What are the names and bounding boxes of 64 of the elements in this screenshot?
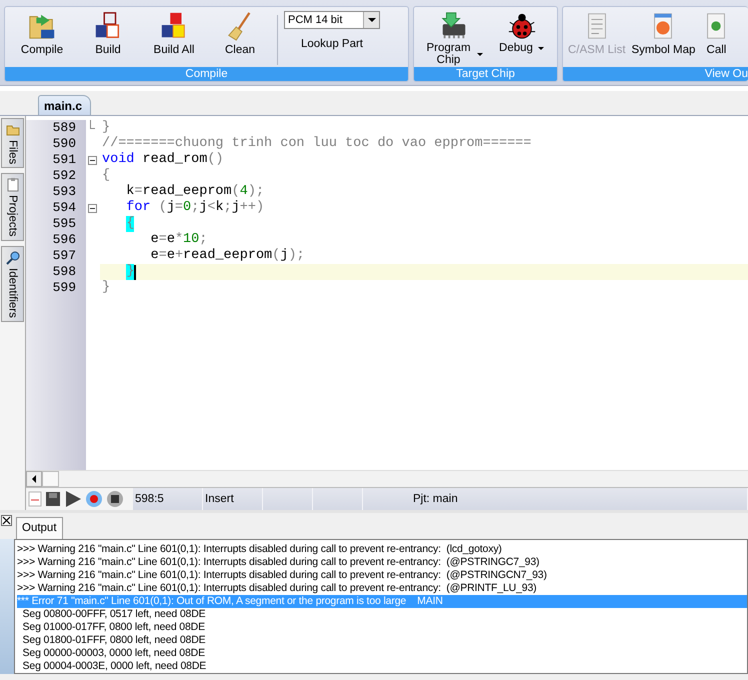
side-tab[interactable]: Identifiers	[1, 246, 24, 322]
part-dropdown[interactable]: PCM 14 bit	[284, 11, 380, 29]
code-editor[interactable]: 589 590 591 592 593 594 595 596 597 598 599 } //=======chuong trinh con luu toc do vao epprom====== void read_rom() { k=read_eeprom(4); for (j=0;j<k;j++) { e=e*10; e=e+read_eeprom(j); } }	[26, 116, 748, 470]
side-tab[interactable]: Projects	[1, 173, 24, 241]
document-icon[interactable]	[28, 491, 42, 507]
status-text: Insert	[203, 488, 263, 510]
output-line[interactable]: Seg 00000-00003, 0000 left, need 08DE	[17, 647, 747, 660]
ribbon-button[interactable]: Debug	[493, 9, 550, 56]
scroll-thumb[interactable]	[42, 471, 59, 487]
ribbon-button[interactable]: Call	[699, 9, 734, 58]
line-number: 595	[52, 216, 76, 232]
left-arrow-icon	[31, 475, 37, 483]
ribbon-button[interactable]: Clean	[210, 9, 270, 58]
status-text: 598:5	[133, 488, 203, 510]
record-icon[interactable]	[85, 490, 103, 508]
line-number: 596	[52, 232, 76, 248]
clipboard-icon	[4, 177, 20, 194]
code-line: {	[101, 168, 112, 184]
code-line: //=======chuong trinh con luu toc do vao epprom======	[101, 136, 532, 152]
code-line: e=e*10;	[150, 232, 208, 248]
side-tab[interactable]: Files	[1, 118, 24, 168]
code-line: }	[101, 120, 112, 136]
group-label: Compile	[5, 67, 408, 81]
line-number: 597	[52, 248, 76, 264]
code-line: }	[101, 280, 112, 296]
output-line[interactable]: Seg 00004-0003E, 0000 left, need 08DE	[17, 660, 747, 673]
line-number: 590	[52, 136, 76, 152]
group-label: View Ou	[563, 67, 748, 81]
save-icon[interactable]	[45, 491, 61, 507]
output-line[interactable]: >>> Warning 216 "main.c" Line 601(0,1): Interrupts disabled during call to prevent re-entrancy: (lcd_gotoxy)	[17, 543, 747, 556]
output-line[interactable]: >>> Warning 216 "main.c" Line 601(0,1): Interrupts disabled during call to prevent re-entrancy: (@PSTRINGC7_93)	[17, 556, 747, 569]
line-number: 599	[52, 280, 76, 296]
code-line: k=read_eeprom(4);	[125, 184, 266, 200]
horizontal-scrollbar[interactable]	[26, 470, 748, 487]
collapse-icon[interactable]	[88, 156, 97, 164]
output-line[interactable]: Seg 01800-01FFF, 0800 left, need 08DE	[17, 634, 747, 647]
ribbon-button[interactable]: Build	[78, 9, 138, 58]
lookup-part-button[interactable]: Lookup Part	[294, 37, 369, 51]
line-number: 598	[52, 264, 76, 280]
output-line[interactable]: >>> Warning 216 "main.c" Line 601(0,1): Interrupts disabled during call to prevent re-entrancy: (@PRINTF_LU_93)	[17, 582, 747, 595]
collapse-icon[interactable]	[88, 204, 97, 212]
line-number: 594	[52, 200, 76, 216]
ladybug-icon	[506, 11, 536, 41]
ribbon-button[interactable]: Compile	[12, 9, 72, 58]
group-label: Target Chip	[414, 67, 557, 81]
play-icon[interactable]	[64, 490, 82, 508]
output-tab[interactable]: Output	[16, 517, 63, 539]
ribbon-button[interactable]: Symbol Map	[630, 9, 698, 58]
file-tab[interactable]: main.c	[38, 95, 92, 115]
line-number: 593	[52, 184, 76, 200]
close-button[interactable]	[1, 515, 12, 526]
output-line[interactable]: >>> Warning 216 "main.c" Line 601(0,1): Interrupts disabled during call to prevent re-entrancy: (@PSTRINGCN7_93)	[17, 569, 747, 582]
code-line: for (j=0;j<k;j++)	[125, 200, 266, 216]
line-number: 589	[52, 120, 76, 136]
magnifier-icon	[4, 250, 20, 266]
line-number: 591	[52, 152, 76, 168]
output-line[interactable]: Seg 00800-00FFF, 0517 left, need 08DE	[17, 608, 747, 621]
stop-icon[interactable]	[106, 490, 124, 508]
status-text: Pjt: main	[363, 488, 748, 510]
ribbon-button[interactable]: Build All	[144, 9, 204, 58]
output-line[interactable]: Seg 01000-017FF, 0800 left, need 08DE	[17, 621, 747, 634]
code-line: e=e+read_eeprom(j);	[150, 248, 306, 264]
code-line: void read_rom()	[101, 152, 225, 168]
line-number: 592	[52, 168, 76, 184]
